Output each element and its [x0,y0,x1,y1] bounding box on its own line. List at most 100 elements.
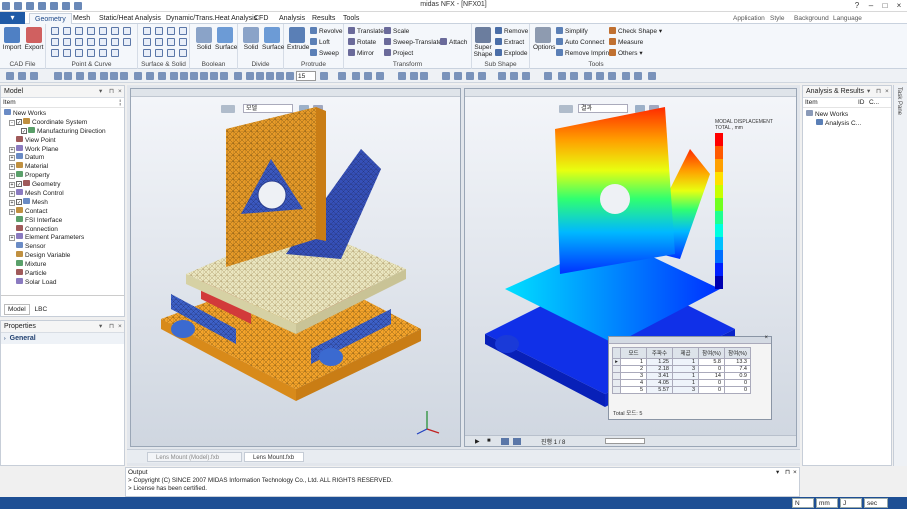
expand-icon[interactable]: + [9,155,15,162]
tab-dynamic[interactable]: Dynamic/Trans.Heat Analysis [161,13,262,24]
arrow-right-icon[interactable] [246,72,254,80]
translate-button[interactable]: Translate [348,27,384,37]
tree-item[interactable]: Particle [4,269,124,278]
arrow-nw-icon[interactable] [286,72,294,80]
application-menu[interactable]: Application [733,13,765,24]
tree-item[interactable]: + Property [4,171,124,180]
delete-icon[interactable] [87,49,95,57]
merge-icon[interactable] [63,49,71,57]
measure-button[interactable]: Measure [609,38,643,48]
divide-surface-button[interactable]: Surface [262,27,284,51]
visibility-checkbox[interactable]: ✓ [16,181,22,188]
sphere-icon[interactable] [179,27,187,35]
row-selector[interactable] [612,386,621,394]
tab-model[interactable]: Model [4,304,30,315]
table-header-cell[interactable]: 모드 [620,347,647,359]
row-selector[interactable] [612,379,621,387]
import-button[interactable]: Import [2,27,22,51]
section-icon[interactable] [442,72,450,80]
layer-icon[interactable] [608,72,616,80]
tab-lbc[interactable]: LBC [32,305,51,314]
tree-item[interactable]: + ✓ Geometry [4,180,124,189]
fillet-icon[interactable] [75,38,83,46]
shade-icon[interactable] [320,72,328,80]
wireframe-icon[interactable] [352,72,360,80]
row-selector[interactable]: ▸ [612,358,621,366]
tree-item[interactable]: Solar Load [4,277,124,287]
close-icon[interactable]: × [118,321,122,333]
dropdown-icon[interactable]: ▾ [99,86,102,98]
tree-item[interactable]: + Work Plane [4,144,124,154]
hidden-icon[interactable] [364,72,372,80]
app-menu-button[interactable]: ▾ [0,12,25,24]
pin-icon[interactable]: ⊓ [785,468,790,477]
axis-icon[interactable] [158,72,166,80]
tree-item[interactable]: - ✓ Coordinate System [4,117,124,127]
dropdown-icon[interactable]: ▾ [99,321,102,333]
expand-icon[interactable]: + [9,199,15,206]
face-icon[interactable] [179,38,187,46]
table-close-icon[interactable]: × [764,335,768,341]
help-icon[interactable]: ? [851,1,863,11]
project-button[interactable]: Project [384,49,413,59]
unit-length-select[interactable]: mm [816,498,838,508]
tab-results[interactable]: Results [307,13,340,24]
fill-icon[interactable] [155,49,163,57]
zoom-icon[interactable] [54,72,62,80]
stop-icon[interactable]: ■ [487,438,491,444]
section-general[interactable]: › General [1,333,124,344]
unit-force-select[interactable]: N [792,498,814,508]
unit-energy-select[interactable]: J [840,498,862,508]
remove-button[interactable]: Remove [495,27,528,37]
bookmark-icon[interactable] [544,72,552,80]
pin-icon[interactable]: ⊓ [109,321,114,333]
collapse-icon[interactable]: - [9,119,15,126]
extend-icon[interactable] [111,38,119,46]
close-button[interactable]: × [893,1,905,11]
super-shape-button[interactable]: Super Shape [473,27,493,58]
capture-icon[interactable] [622,72,630,80]
clip-icon[interactable] [454,72,462,80]
zoom-fit-icon[interactable] [64,72,72,80]
others-button[interactable]: Others ▾ [609,49,643,59]
sweep-translate-button[interactable]: Sweep-Translate [384,38,442,48]
table-header-cell[interactable]: 참여(%) [698,347,725,359]
sweep-button[interactable]: Sweep [310,49,339,59]
rotate-view-icon[interactable] [100,72,108,80]
shell-icon[interactable] [143,49,151,57]
divide-solid-button[interactable]: Solid [241,27,261,51]
line-icon[interactable] [63,27,71,35]
snap-icon[interactable] [146,72,154,80]
expand-icon[interactable]: + [9,173,15,180]
table-row[interactable]: 5 5.57 3 0 0 [612,386,751,394]
check-shape-button[interactable]: Check Shape ▾ [609,27,662,37]
arrow-ne-icon[interactable] [276,72,284,80]
table-row[interactable]: ▸ 1 1.25 1 5.8 13.3 [612,358,751,366]
probe-icon[interactable] [558,72,566,80]
dropdown-icon[interactable]: ▾ [776,468,779,477]
intersect-icon[interactable] [75,49,83,57]
zoom-value-input[interactable]: 15 [296,71,316,81]
options-button[interactable]: Options [533,27,555,51]
box-icon[interactable] [143,27,151,35]
table-row[interactable]: 4 4.05 1 0 0 [612,379,751,387]
trim-icon[interactable] [99,38,107,46]
prism-icon[interactable] [167,38,175,46]
table-header-cell[interactable]: 주파수 [646,347,673,359]
tree-item[interactable]: + Material [4,162,124,171]
doc-tab-result[interactable]: Lens Mount.fxb [244,452,304,462]
unit-time-select[interactable]: sec [864,498,888,508]
anim-slider[interactable] [605,438,645,444]
play-icon[interactable]: ▶ [475,438,480,445]
move-icon[interactable] [120,72,128,80]
tab-geometry[interactable]: Geometry [29,13,72,24]
polyline-icon[interactable] [75,27,83,35]
pin-icon[interactable]: ⊓ [876,86,881,98]
extrude-button[interactable]: Extrude [287,27,309,51]
boolean-surface-button[interactable]: Surface [215,27,237,51]
dropdown-icon[interactable]: ▾ [867,86,870,98]
tab-static-heat[interactable]: Static/Heat Analysis [94,13,166,24]
arc-icon[interactable] [87,27,95,35]
measure-distance-icon[interactable] [648,72,656,80]
iso-view-icon[interactable] [210,72,218,80]
